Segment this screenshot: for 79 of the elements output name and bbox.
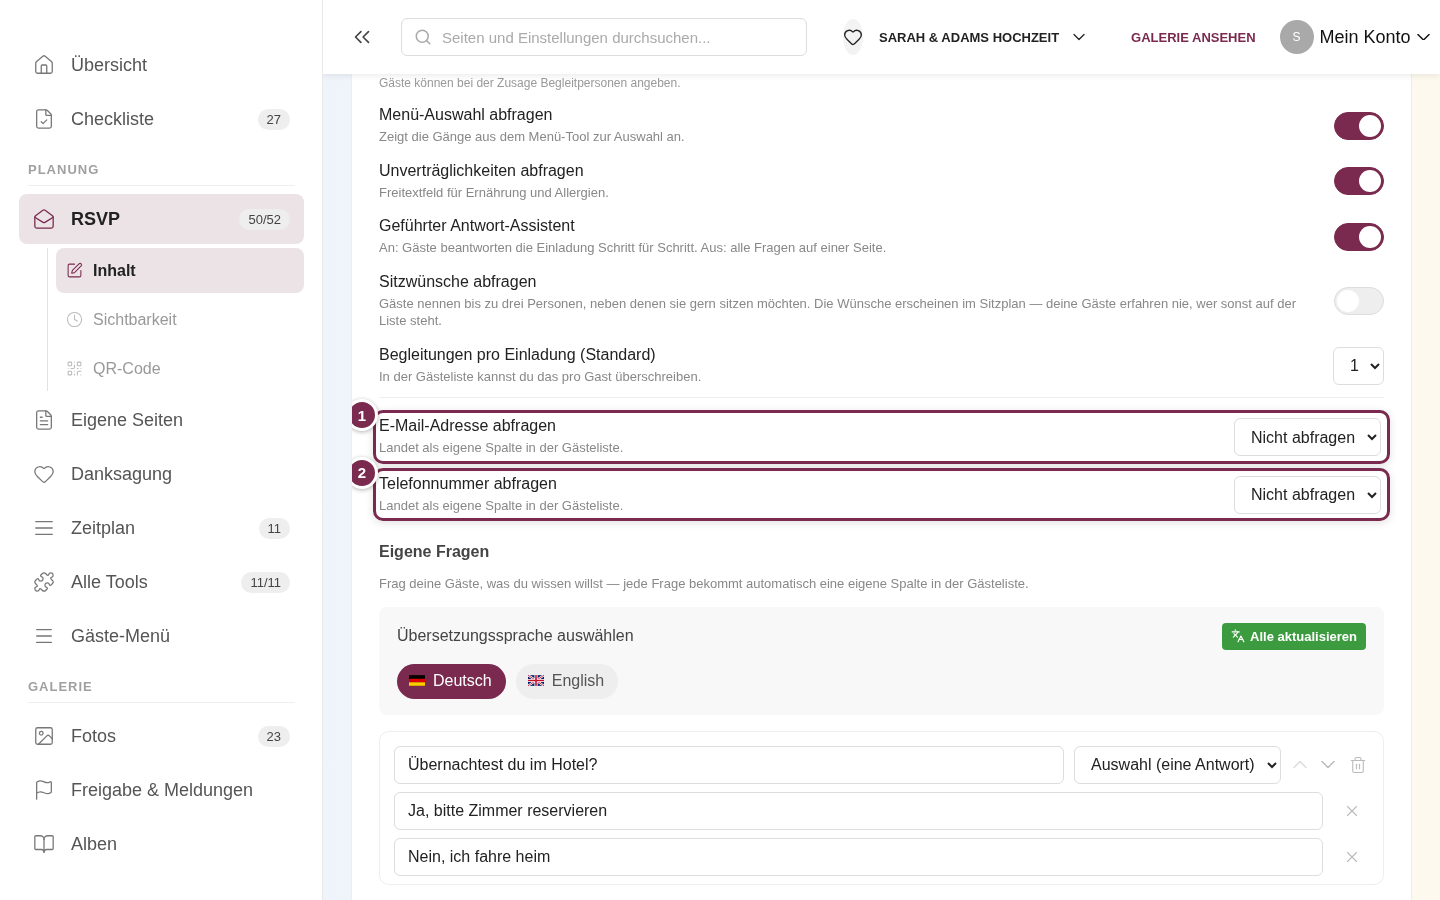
setting-title: E-Mail-Adresse abfragen (379, 417, 557, 436)
language-tab[interactable]: English (515, 663, 619, 699)
setting-description: Zeigt die Gänge aus dem Menü-Tool zur Auswahl an. (379, 128, 686, 146)
question-type-dropdown[interactable]: Auswahl (eine Antwort) (1074, 745, 1281, 784)
sidebar-subitem[interactable]: Inhalt (56, 248, 304, 293)
document-check-icon (33, 108, 55, 130)
setting-description: In der Gästeliste kannst du das pro Gast überschreiben. (379, 367, 703, 386)
gallery-link[interactable]: GALERIE ANSEHEN (1131, 29, 1256, 45)
count-badge: 11/11 (241, 571, 290, 593)
sidebar-item[interactable]: Gäste-Menü (19, 611, 304, 661)
setting-title: Telefonnummer abfragen (379, 474, 558, 493)
search-icon (414, 28, 432, 46)
clock-icon (66, 311, 83, 328)
dropdown[interactable]: Nicht abfragen (1234, 418, 1381, 457)
sidebar-item[interactable]: Eigene Seiten (19, 395, 304, 445)
move-up-button[interactable] (1291, 759, 1309, 771)
setting-description: Freitextfeld für Ernährung und Allergien. (379, 183, 610, 202)
search-field[interactable]: Seiten und Einstellungen durchsuchen... (401, 18, 807, 56)
translate-icon (1231, 629, 1246, 644)
sidebar-item[interactable]: RSVP 50/52 (19, 194, 304, 244)
sidebar-item[interactable]: Übersicht (19, 40, 304, 90)
flag-icon (409, 675, 425, 687)
language-tab[interactable]: Deutsch (397, 663, 506, 699)
book-icon (33, 833, 55, 855)
sidebar-item[interactable]: Checkliste 27 (19, 94, 304, 144)
qr-code-icon (66, 360, 83, 377)
move-down-button[interactable] (1319, 759, 1337, 771)
setting-description: Landet als eigene Spalte in der Gästeliste. (379, 496, 625, 515)
setting-description: Gäste können bei der Zusage Begleitpersonen angeben. (379, 75, 682, 92)
sidebar-item[interactable]: Alle Tools 11/11 (19, 557, 304, 607)
dropdown[interactable]: 1 (1333, 346, 1384, 385)
document-icon (33, 409, 55, 431)
section-heading: GALERIE (28, 679, 295, 703)
section-description: Frag deine Gäste, was du wissen willst — jede Frage bekommt automatisch eine eigene Spalte in der Gästeliste. (379, 575, 1030, 593)
count-badge: 11 (258, 517, 290, 539)
answer-field[interactable]: Ja, bitte Zimmer reservieren (394, 791, 1323, 830)
puzzle-icon (33, 571, 55, 593)
sidebar-item[interactable]: Freigabe & Meldungen (19, 765, 304, 815)
count-badge: 23 (257, 725, 290, 747)
setting-description: Landet als eigene Spalte in der Gästeliste. (379, 439, 625, 457)
trash-icon (1349, 755, 1367, 774)
setting-description: Gäste nennen bis zu drei Personen, neben denen sie gern sitzen möchten. Die Wünsche erscheinen im Sitzplan — deine Gäste erfahren nie, wer sonst auf der Liste steht. (379, 294, 1298, 330)
setting-title: Begleitungen pro Einladung (Standard) (379, 345, 657, 364)
envelope-icon (33, 208, 55, 230)
chevron-up-icon (1293, 761, 1307, 769)
event-selector[interactable]: SARAH & ADAMS HOCHZEIT (873, 26, 1096, 48)
sidebar-item[interactable]: Danksagung (19, 449, 304, 499)
flag-icon (33, 779, 55, 801)
heart-icon (33, 463, 55, 485)
image-icon (33, 725, 55, 747)
pencil-square-icon (66, 262, 83, 279)
chevron-down-icon (1416, 33, 1430, 41)
sidebar-item[interactable]: Alben (19, 819, 304, 869)
flag-icon (527, 675, 544, 687)
section-heading: PLANUNG (28, 162, 295, 186)
sidebar-item[interactable]: Fotos 23 (19, 711, 304, 761)
dropdown[interactable]: Nicht abfragen (1234, 475, 1381, 514)
home-icon (33, 54, 55, 76)
section-title: Eigene Fragen (379, 543, 491, 562)
account-menu[interactable]: S Mein Konto (1273, 19, 1436, 55)
count-badge: 27 (257, 108, 290, 130)
count-badge: 50/52 (239, 208, 290, 230)
toggle-switch[interactable] (1334, 222, 1384, 251)
panel-title: Übersetzungssprache auswählen (397, 627, 634, 646)
heart-icon (843, 27, 863, 47)
answer-field[interactable]: Nein, ich fahre heim (394, 837, 1323, 876)
setting-description: An: Gäste beantworten die Einladung Schritt für Schritt. Aus: alle Fragen auf einer Seite. (379, 239, 888, 257)
avatar: S (1279, 20, 1314, 54)
question-field[interactable]: Übernachtest du im Hotel? (394, 745, 1064, 784)
heart-button[interactable] (843, 19, 863, 55)
toggle-switch[interactable] (1334, 167, 1384, 196)
sidebar-item[interactable]: Zeitplan 11 (19, 503, 304, 553)
toggle-switch[interactable] (1334, 111, 1384, 140)
setting-title: Geführter Antwort-Assistent (379, 217, 576, 236)
setting-title: Unverträglichkeiten abfragen (379, 161, 585, 180)
setting-title: Menü-Auswahl abfragen (379, 106, 554, 124)
update-all-button[interactable]: Alle aktualisieren (1222, 622, 1366, 650)
setting-title: Sitzwünsche abfragen (379, 272, 538, 291)
chevron-down-icon (1321, 761, 1335, 769)
